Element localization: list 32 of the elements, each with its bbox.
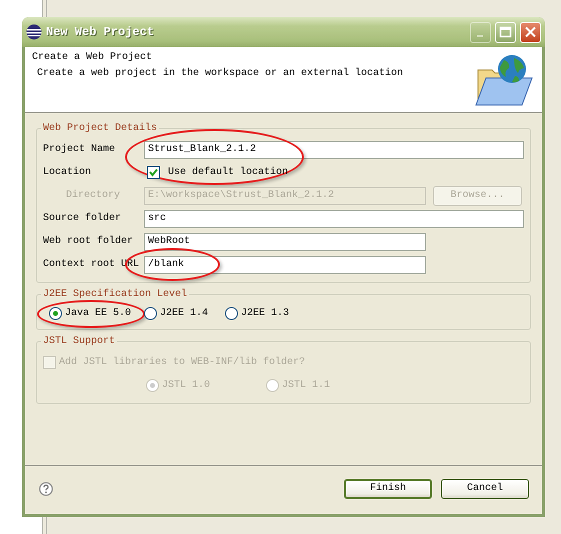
checkbox[interactable]: [147, 166, 160, 179]
group-title: JSTL Support: [42, 336, 116, 347]
dialog-button[interactable]: Finish: [344, 478, 432, 498]
help-icon: [39, 482, 53, 496]
radio-label[interactable]: Java EE 5.0: [65, 308, 132, 319]
close-button[interactable]: [520, 22, 541, 42]
field-label: Project Name: [43, 144, 116, 155]
text-field[interactable]: WebRoot: [144, 232, 426, 250]
text-field[interactable]: src: [144, 210, 524, 228]
field-label: Location: [43, 167, 92, 178]
radio-button[interactable]: [49, 307, 62, 320]
page-title: Create a Web Project: [32, 52, 154, 63]
radio-button[interactable]: [225, 307, 238, 320]
field-label: Source folder: [43, 213, 122, 224]
text-field[interactable]: Strust_Blank_2.1.2: [144, 140, 524, 158]
sphere-icon: [26, 24, 42, 40]
checkbox-label[interactable]: Use default location: [168, 167, 288, 178]
group-title: J2EE Specification Level: [42, 289, 188, 300]
field-label: Directory: [65, 190, 122, 201]
maximize-icon: [499, 26, 512, 38]
radio-button[interactable]: [144, 307, 158, 320]
text-field[interactable]: /blank: [144, 256, 426, 274]
field-label: Web root folder: [43, 236, 134, 247]
group-title: Web Project Details: [42, 123, 158, 134]
maximize-button[interactable]: [495, 22, 516, 42]
radio-label[interactable]: J2EE 1.3: [241, 308, 290, 319]
page-description: Create a web project in the workspace or an external location: [36, 68, 404, 79]
close-icon: [524, 26, 537, 38]
minimize-icon: [476, 35, 482, 37]
radio-label[interactable]: J2EE 1.4: [160, 308, 208, 319]
dialog-button[interactable]: Cancel: [441, 478, 529, 498]
window-title: New Web Project: [46, 25, 156, 39]
